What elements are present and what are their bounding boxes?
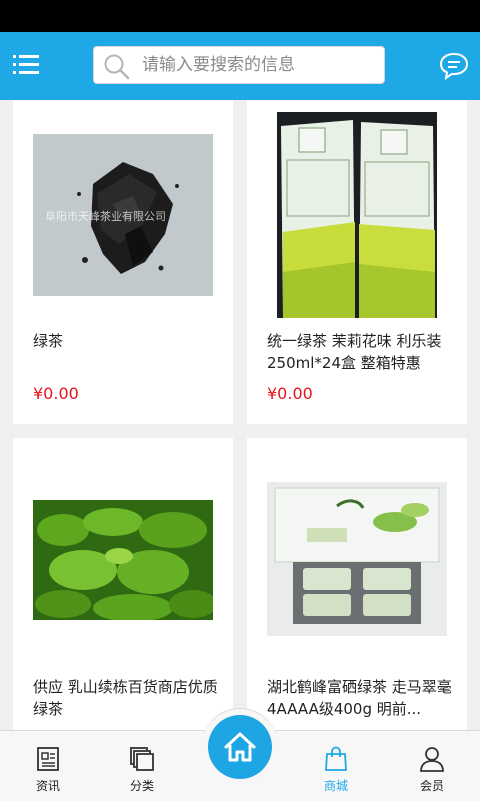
product-title: 绿茶 — [33, 332, 64, 350]
product-image — [267, 482, 447, 636]
tea-carton-image — [277, 112, 437, 318]
category-icon — [130, 747, 154, 771]
home-button[interactable] — [208, 715, 272, 779]
tab-member-label: 会员 — [419, 779, 444, 793]
user-icon — [420, 747, 444, 772]
chat-bubble-icon — [439, 52, 469, 81]
tab-category[interactable]: 分类 — [102, 731, 182, 801]
status-bar — [0, 0, 480, 32]
search-icon — [104, 54, 130, 80]
tab-category-label: 分类 — [129, 779, 154, 793]
tea-field-image — [33, 500, 213, 620]
watermark: 阜阳市天峰茶业有限公司 — [45, 210, 166, 223]
product-title: 统一绿茶 茉莉花味 利乐装 250ml*24盒 整箱特惠 — [267, 332, 442, 372]
tab-mall-label: 商城 — [323, 779, 348, 793]
tab-news[interactable]: 资讯 — [8, 731, 88, 801]
search-input[interactable] — [142, 47, 372, 83]
shopping-bag-icon — [325, 746, 347, 771]
menu-icon — [13, 55, 39, 74]
product-image — [277, 112, 437, 318]
tab-mall[interactable]: 商城 — [296, 731, 376, 801]
product-image: 阜阳市天峰茶业有限公司 — [33, 134, 213, 296]
product-card[interactable]: 统一绿茶 茉莉花味 利乐装 250ml*24盒 整箱特惠 ¥0.00 — [247, 100, 467, 424]
news-icon — [37, 747, 59, 771]
product-card[interactable]: 湖北鹤峰富硒绿茶 走马翠毫 4AAAA级400g 明前... — [247, 438, 467, 730]
product-image — [33, 500, 213, 620]
product-title: 湖北鹤峰富硒绿茶 走马翠毫 4AAAA级400g 明前... — [267, 678, 452, 718]
app-header — [0, 32, 480, 100]
product-title: 供应 乳山续栋百货商店优质绿茶 — [33, 678, 218, 718]
menu-button[interactable] — [10, 49, 42, 81]
product-price: ¥0.00 — [33, 384, 79, 403]
product-card[interactable]: 供应 乳山续栋百货商店优质绿茶 — [13, 438, 233, 730]
tea-giftbox-image — [267, 482, 447, 636]
search-box[interactable] — [93, 46, 385, 84]
tab-member[interactable]: 会员 — [392, 731, 472, 801]
message-button[interactable] — [438, 50, 470, 82]
product-grid: 阜阳市天峰茶业有限公司 绿茶 ¥0.00 统一绿茶 茉莉花味 利乐装 250ml… — [0, 100, 480, 730]
product-price: ¥0.00 — [267, 384, 313, 403]
product-card[interactable]: 阜阳市天峰茶业有限公司 绿茶 ¥0.00 — [13, 100, 233, 424]
home-icon — [224, 732, 256, 762]
tab-news-label: 资讯 — [35, 779, 60, 793]
